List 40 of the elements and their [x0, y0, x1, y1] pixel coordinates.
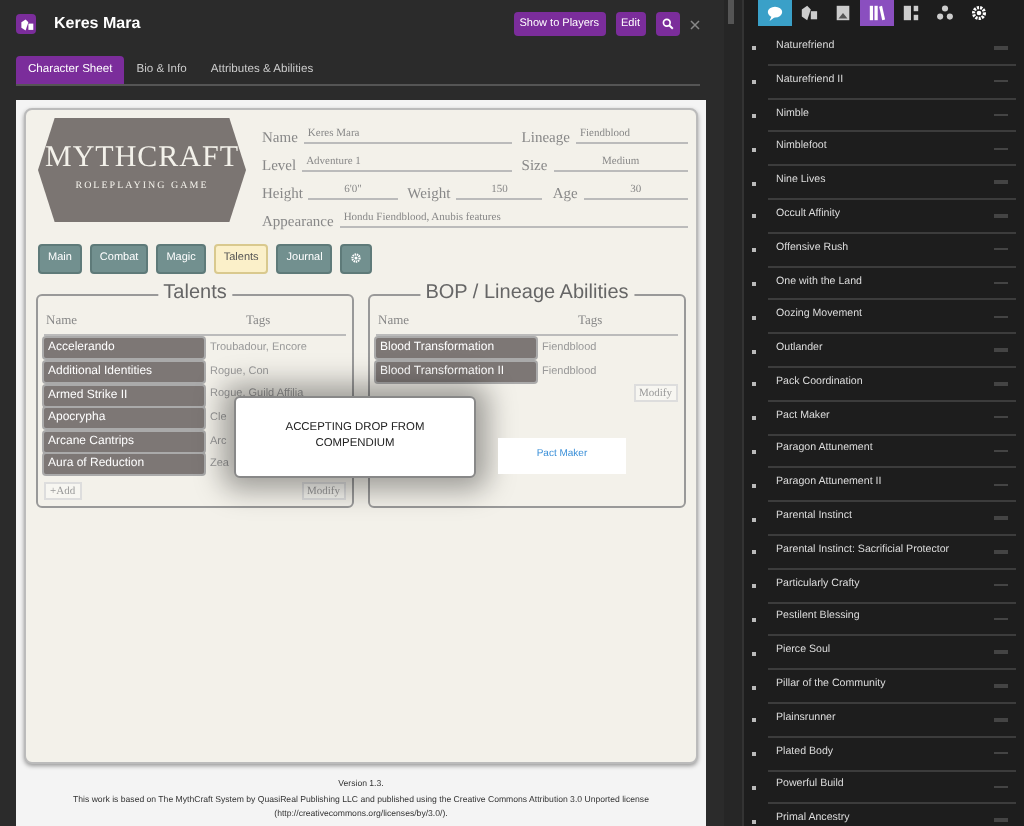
close-icon[interactable] — [690, 19, 700, 29]
scrollbar-thumb[interactable] — [728, 0, 734, 24]
drag-handle-icon[interactable] — [994, 147, 1008, 151]
drag-handle-icon[interactable] — [994, 214, 1008, 218]
drag-handle-icon[interactable] — [994, 483, 1008, 486]
drag-handle-icon[interactable] — [994, 583, 1008, 587]
drag-handle-icon[interactable] — [994, 180, 1008, 184]
drag-handle-icon[interactable] — [994, 315, 1008, 319]
drag-handle-icon[interactable] — [994, 550, 1008, 554]
drag-handle-icon[interactable] — [994, 247, 1008, 251]
drag-handle-icon[interactable] — [994, 818, 1008, 822]
drag-handle-icon[interactable] — [994, 516, 1008, 520]
drag-handle-icon[interactable] — [994, 79, 1008, 83]
chat-icon — [766, 4, 784, 22]
drag-handle-icon[interactable] — [994, 449, 1008, 453]
image-icon — [834, 4, 852, 22]
search-button[interactable] — [656, 12, 680, 36]
drag-handle-icon[interactable] — [994, 415, 1008, 419]
books-icon — [868, 4, 886, 22]
search-icon — [662, 17, 674, 30]
drag-handle-icon[interactable] — [994, 718, 1008, 722]
settings-button[interactable] — [340, 244, 373, 274]
settings-icon — [350, 251, 363, 264]
drag-handle-icon[interactable] — [994, 281, 1008, 285]
drag-handle-icon[interactable] — [994, 46, 1008, 50]
people-icon — [936, 4, 954, 22]
sheet-icon — [902, 4, 920, 22]
dice-icon — [800, 4, 818, 22]
section-title: BOP / Lineage Abilities — [419, 282, 635, 306]
drag-handle-icon[interactable] — [994, 785, 1008, 789]
drag-handle-icon[interactable] — [994, 113, 1008, 117]
drag-handle-icon[interactable] — [994, 751, 1008, 755]
window-title: Keres Mara — [54, 12, 141, 36]
logo-title: MYTHCRAFT — [44, 144, 239, 175]
drag-handle-icon[interactable] — [994, 684, 1008, 688]
drag-handle-icon[interactable] — [994, 650, 1008, 654]
settings-icon — [970, 4, 988, 22]
drag-handle-icon[interactable] — [994, 382, 1008, 386]
drag-handle-icon[interactable] — [994, 348, 1008, 352]
drag-handle-icon[interactable] — [994, 617, 1008, 621]
